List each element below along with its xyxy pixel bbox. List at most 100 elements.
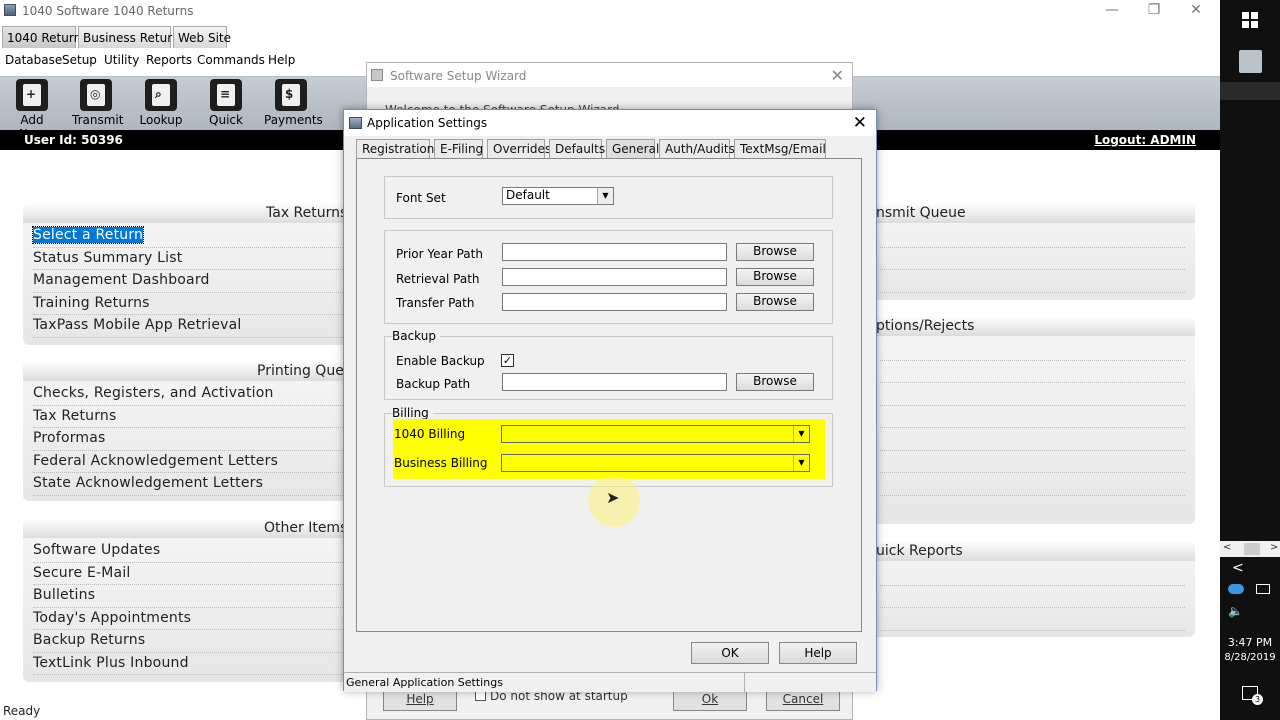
wizard-title-bar: Software Setup Wizard ✕: [367, 63, 852, 87]
show-hidden-icons-icon[interactable]: <: [1232, 560, 1244, 576]
list-item[interactable]: Secure E-Mail: [33, 563, 343, 585]
clock-time[interactable]: 3:47 PM: [1220, 636, 1280, 649]
chevron-down-icon: ▼: [793, 455, 809, 471]
dialog-close-icon[interactable]: ✕: [853, 113, 867, 133]
list-item[interactable]: [880, 473, 1185, 496]
tab-overrides[interactable]: Overrides: [487, 139, 551, 158]
list-item[interactable]: Software Updates: [33, 540, 343, 563]
list-item[interactable]: Bulletins: [33, 585, 343, 608]
backup-path-input[interactable]: [502, 373, 727, 391]
lookup-button[interactable]: ⌕ Lookup: [137, 79, 185, 127]
list-item[interactable]: Backup Returns: [33, 630, 343, 653]
business-billing-select[interactable]: ▼: [501, 454, 810, 472]
scroll-right-icon[interactable]: >: [1270, 542, 1278, 553]
list-item[interactable]: [880, 451, 1185, 473]
printing-queue-title: Printing Queu: [257, 363, 353, 379]
list-item[interactable]: Management Dashboard: [33, 270, 343, 293]
list-item[interactable]: Tax Returns: [33, 406, 343, 428]
ok-button[interactable]: OK: [691, 642, 769, 664]
retrieval-browse-button[interactable]: Browse: [736, 268, 814, 286]
clock-date[interactable]: 8/28/2019: [1220, 652, 1280, 663]
transfer-path-input[interactable]: [502, 293, 727, 311]
wizard-close-icon[interactable]: ✕: [831, 66, 844, 85]
scroll-thumb[interactable]: [1244, 543, 1260, 555]
list-item[interactable]: [880, 248, 1185, 270]
font-set-select[interactable]: Default ▼: [502, 187, 614, 205]
transmit-queue-panel: nsmit Queue: [860, 203, 1195, 300]
list-item[interactable]: Status Summary List: [33, 248, 343, 270]
quick-label: Quick: [209, 113, 243, 127]
tab-general[interactable]: General: [606, 139, 659, 158]
tray-scrollbar[interactable]: < >: [1220, 541, 1280, 557]
payments-button[interactable]: $ Payments: [264, 79, 323, 127]
notifications-icon[interactable]: 3: [1242, 686, 1263, 705]
tab-web-site[interactable]: Web Site: [173, 26, 231, 48]
volume-icon[interactable]: 🔈: [1228, 604, 1243, 618]
backup-browse-button[interactable]: Browse: [736, 373, 814, 391]
onedrive-cloud-icon[interactable]: [1228, 584, 1244, 594]
list-item[interactable]: [880, 338, 1185, 361]
list-item[interactable]: Select a Return: [31, 225, 343, 248]
tab-defaults[interactable]: Defaults: [549, 139, 605, 158]
list-item[interactable]: [880, 586, 1185, 608]
list-item[interactable]: State Acknowledgement Letters: [33, 473, 343, 496]
dialog-icon: [349, 117, 362, 129]
list-item[interactable]: [880, 563, 1185, 586]
billing-1040-select[interactable]: ▼: [501, 425, 810, 443]
enable-backup-checkbox[interactable]: ✓: [501, 354, 514, 367]
exceptions-rejects-title: ptions/Rejects: [876, 318, 975, 334]
tab-textmsg-email[interactable]: TextMsg/Email: [734, 139, 826, 158]
menu-help[interactable]: Help: [268, 53, 295, 67]
list-item[interactable]: [880, 428, 1185, 451]
transmit-button[interactable]: ◎ Transmit: [72, 79, 124, 127]
font-set-group: Font Set Default ▼: [384, 176, 833, 219]
logout-link[interactable]: Logout: ADMIN: [1094, 133, 1196, 147]
list-item[interactable]: Federal Acknowledgement Letters: [33, 451, 343, 473]
menu-setup[interactable]: Setup: [62, 53, 97, 67]
scroll-left-icon[interactable]: <: [1223, 542, 1231, 553]
retrieval-path-input[interactable]: [502, 268, 727, 286]
list-item[interactable]: Checks, Registers, and Activation: [33, 383, 343, 406]
menu-commands[interactable]: Commands: [197, 53, 265, 67]
status-text: Ready: [3, 704, 41, 718]
list-item[interactable]: Today's Appointments: [33, 608, 343, 630]
close-button[interactable]: ✕: [1174, 0, 1218, 22]
list-item[interactable]: [880, 383, 1185, 406]
taskbar-app-icon[interactable]: [1239, 50, 1262, 73]
list-item[interactable]: [880, 270, 1185, 293]
list-item[interactable]: [880, 225, 1185, 248]
prior-year-path-input[interactable]: [502, 243, 727, 261]
backup-group-label: Backup: [392, 329, 440, 343]
window-title: 1040 Software 1040 Returns: [22, 4, 194, 18]
prior-year-browse-button[interactable]: Browse: [736, 243, 814, 261]
list-item[interactable]: [880, 608, 1185, 631]
tab-business-returns[interactable]: Business Returns: [78, 26, 186, 48]
list-item[interactable]: Training Returns: [33, 293, 343, 315]
tab-auth-audits[interactable]: Auth/Audits: [659, 139, 735, 158]
battery-icon[interactable]: [1256, 584, 1270, 594]
list-item[interactable]: TextLink Plus Inbound: [33, 653, 343, 675]
transmit-label: Transmit: [72, 113, 124, 127]
menu-utility[interactable]: Utility: [104, 53, 139, 67]
menu-database[interactable]: Database: [5, 53, 62, 67]
list-item[interactable]: Proformas: [33, 428, 343, 451]
retrieval-path-label: Retrieval Path: [396, 272, 480, 286]
prior-year-path-label: Prior Year Path: [396, 247, 483, 261]
help-button[interactable]: Help: [779, 642, 857, 664]
list-item[interactable]: TaxPass Mobile App Retrieval: [33, 315, 343, 338]
tab-registration[interactable]: Registration: [356, 139, 434, 158]
list-item[interactable]: [880, 361, 1185, 383]
list-item[interactable]: [880, 406, 1185, 428]
transfer-browse-button[interactable]: Browse: [736, 293, 814, 311]
minimize-button[interactable]: —: [1090, 0, 1134, 22]
windows-start-icon[interactable]: [1242, 12, 1258, 28]
tab-1040-returns[interactable]: 1040 Returns: [2, 26, 87, 48]
quick-button[interactable]: ≡ Quick: [202, 79, 250, 127]
restore-button[interactable]: ❐: [1132, 0, 1176, 22]
tab-e-filing[interactable]: E-Filing: [434, 139, 483, 158]
magnifier-icon: ⌕: [145, 79, 177, 111]
taskbar-active-indicator: [1220, 82, 1280, 100]
transmit-queue-title: nsmit Queue: [876, 205, 966, 221]
application-settings-dialog: Application Settings ✕ Registration E-Fi…: [343, 109, 877, 693]
menu-reports[interactable]: Reports: [146, 53, 192, 67]
